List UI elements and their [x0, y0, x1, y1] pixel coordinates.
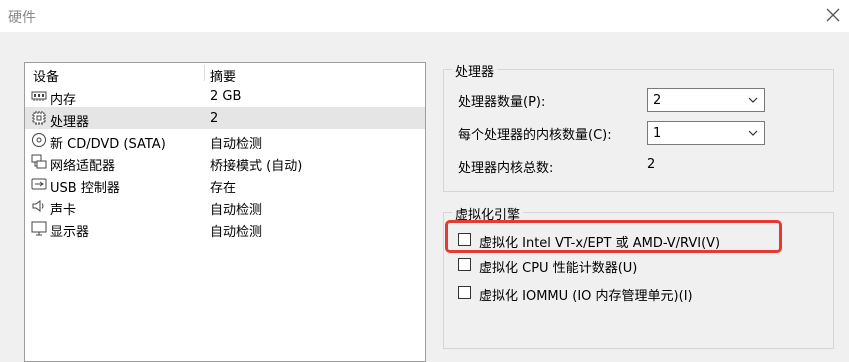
device-summary: 桥接模式 (自动): [210, 159, 303, 174]
device-name: 新 CD/DVD (SATA): [50, 137, 166, 152]
chevron-down-icon: [748, 130, 758, 136]
device-summary: 2: [210, 111, 219, 126]
device-row-sound-card[interactable]: 声卡 自动检测: [25, 195, 425, 218]
cpu-icon: [32, 111, 46, 125]
dialog-body: 设备 摘要 内存 2 GB 处理器 2 新 CD/DVD (SATA) 自动检测…: [0, 32, 849, 362]
cores-per-processor-value: 1: [653, 126, 662, 141]
column-header-summary[interactable]: 摘要: [210, 66, 236, 85]
device-name: 显示器: [50, 225, 90, 240]
processor-count-label: 处理器数量(P):: [458, 95, 546, 110]
device-name: 处理器: [50, 115, 90, 130]
device-summary: 自动检测: [210, 137, 263, 152]
chevron-down-icon: [748, 97, 758, 103]
window-title: 硬件: [8, 10, 36, 26]
highlight-box: [445, 220, 782, 253]
list-header: 设备 摘要: [25, 63, 425, 85]
device-summary: 自动检测: [210, 203, 263, 218]
checkbox-cpu-perf-counters[interactable]: [458, 258, 471, 271]
column-header-device[interactable]: 设备: [33, 66, 59, 85]
sound-icon: [32, 200, 44, 212]
close-button[interactable]: [823, 5, 843, 25]
device-row-display[interactable]: 显示器 自动检测: [25, 217, 425, 240]
device-summary: 2 GB: [210, 89, 242, 104]
usb-icon: [31, 178, 47, 190]
device-summary: 存在: [210, 181, 237, 196]
device-row-network-adapter[interactable]: 网络适配器 桥接模式 (自动): [25, 151, 425, 174]
processor-count-select[interactable]: 2: [647, 88, 765, 112]
device-row-cd-dvd[interactable]: 新 CD/DVD (SATA) 自动检测: [25, 129, 425, 152]
device-list[interactable]: 设备 摘要 内存 2 GB 处理器 2 新 CD/DVD (SATA) 自动检测…: [24, 62, 426, 362]
memory-icon: [31, 91, 47, 101]
device-name: 声卡: [50, 203, 77, 218]
device-row-memory[interactable]: 内存 2 GB: [25, 85, 425, 108]
display-icon: [31, 221, 47, 236]
cores-per-processor-label: 每个处理器的内核数量(C):: [458, 128, 612, 143]
title-bar: 硬件: [0, 0, 849, 32]
checkbox-iommu[interactable]: [458, 286, 471, 299]
device-name: 内存: [50, 93, 77, 108]
option-label: 虚拟化 CPU 性能计数器(U): [479, 261, 638, 276]
device-row-processor[interactable]: 处理器 2: [25, 107, 425, 130]
column-separator[interactable]: [204, 65, 205, 81]
device-name: 网络适配器: [50, 159, 116, 174]
close-icon: [826, 8, 840, 22]
device-name: USB 控制器: [50, 181, 120, 196]
total-cores-value: 2: [647, 157, 656, 172]
network-adapter-icon: [31, 154, 47, 169]
total-cores-label: 处理器内核总数:: [458, 161, 554, 176]
device-row-usb-controller[interactable]: USB 控制器 存在: [25, 173, 425, 196]
processor-group: 处理器 处理器数量(P): 2 每个处理器的内核数量(C): 1 处理器内核总数…: [443, 61, 834, 192]
device-summary: 自动检测: [210, 225, 263, 240]
option-label: 虚拟化 IOMMU (IO 内存管理单元)(I): [479, 289, 693, 304]
group-title-processor: 处理器: [452, 61, 498, 80]
cd-dvd-icon: [32, 133, 46, 147]
cores-per-processor-select[interactable]: 1: [647, 121, 765, 145]
processor-count-value: 2: [653, 93, 662, 108]
